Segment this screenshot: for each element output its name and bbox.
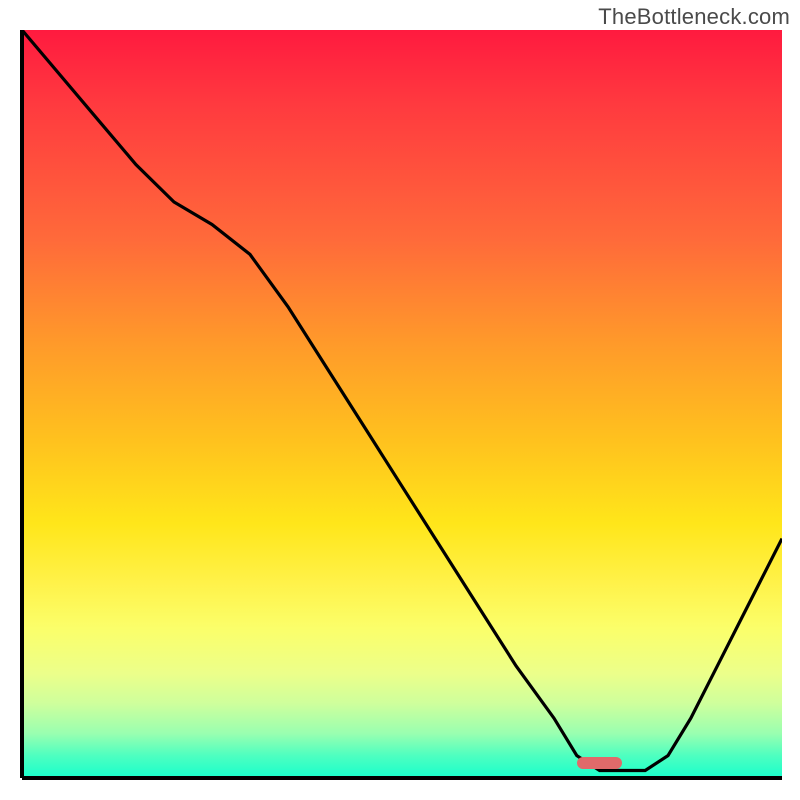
watermark-label: TheBottleneck.com (598, 4, 790, 30)
chart-container: TheBottleneck.com (0, 0, 800, 800)
plot-area (18, 30, 782, 782)
optimum-marker (577, 757, 623, 768)
gradient-background (22, 30, 782, 778)
